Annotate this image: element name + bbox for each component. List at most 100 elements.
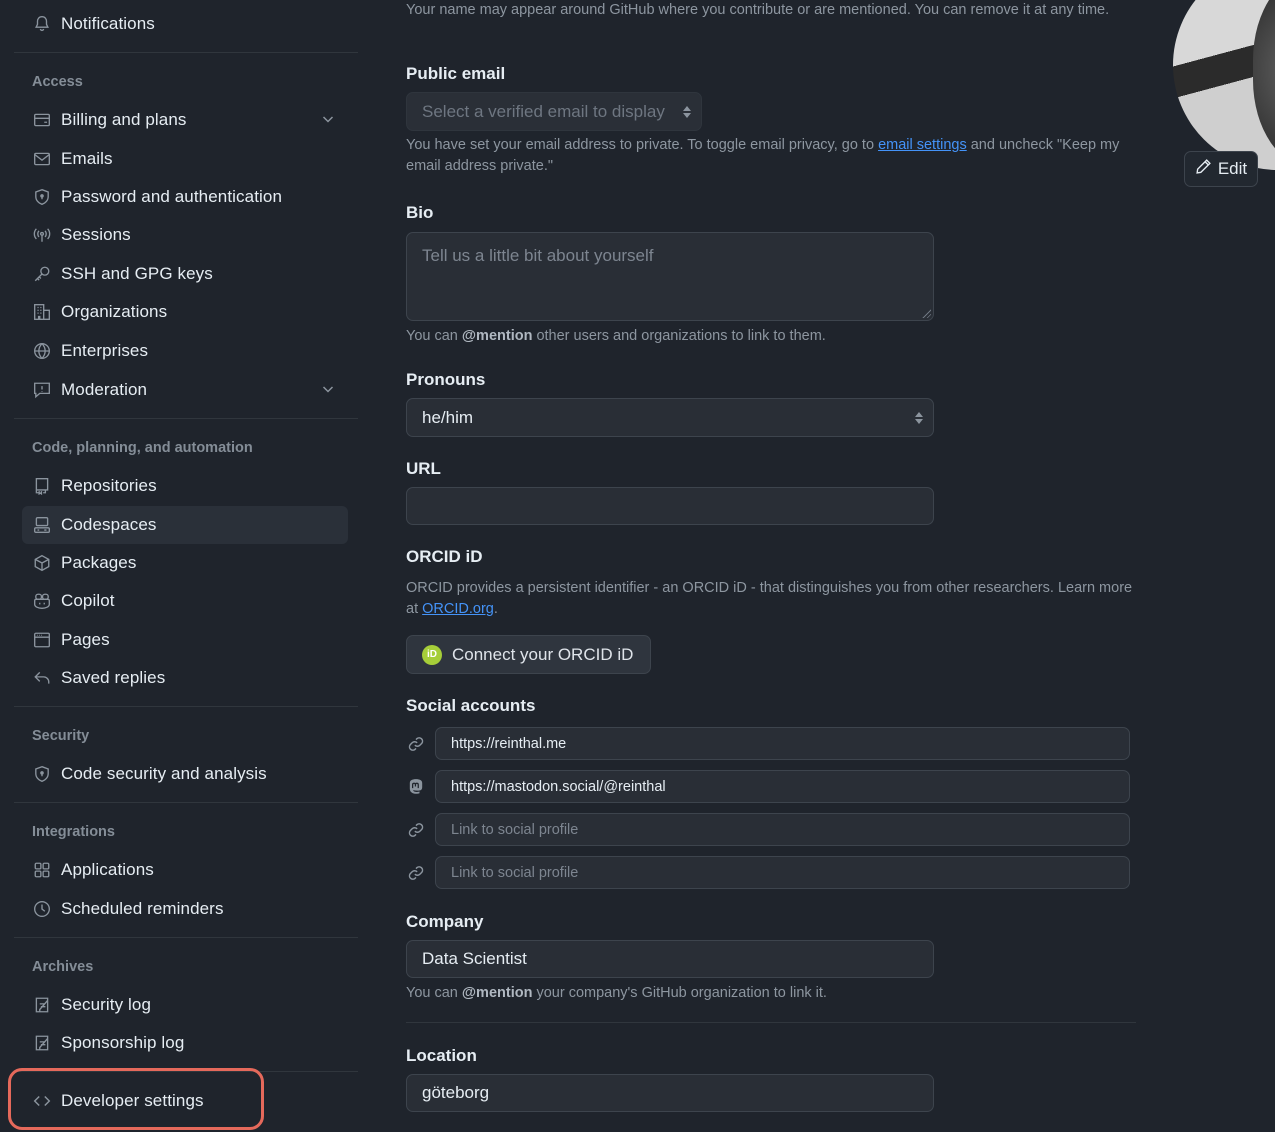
sidebar-item-label: Copilot xyxy=(61,591,115,610)
connect-orcid-button[interactable]: iD Connect your ORCID iD xyxy=(406,635,651,674)
public-email-label: Public email xyxy=(406,64,506,83)
key-icon xyxy=(32,264,52,284)
sidebar-item-label: Notifications xyxy=(61,14,155,33)
sidebar-item-moderation[interactable]: Moderation xyxy=(22,371,348,409)
name-help-text: Your name may appear around GitHub where… xyxy=(406,2,1110,18)
sidebar-item-label: Billing and plans xyxy=(61,110,187,129)
sidebar-item-password[interactable]: Password and authentication xyxy=(22,178,348,216)
divider xyxy=(14,52,358,53)
section-title-code-planning: Code, planning, and automation xyxy=(32,440,253,456)
social-input-4[interactable]: Link to social profile xyxy=(435,856,1130,889)
clock-icon xyxy=(32,899,52,919)
divider xyxy=(14,937,358,938)
public-email-select[interactable]: Select a verified email to display xyxy=(406,92,702,131)
codespaces-icon xyxy=(32,515,52,535)
globe-icon xyxy=(32,341,52,361)
sidebar-item-label: Pages xyxy=(61,630,110,649)
sidebar-item-label: Security log xyxy=(61,995,152,1014)
bio-label: Bio xyxy=(406,203,434,222)
orcid-logo-icon: iD xyxy=(422,644,442,665)
company-value: Data Scientist xyxy=(422,949,527,968)
sidebar-item-saved-replies[interactable]: Saved replies xyxy=(22,659,348,697)
section-title-access: Access xyxy=(32,74,83,90)
sidebar-item-sessions[interactable]: Sessions xyxy=(22,216,348,254)
sidebar-item-label: Packages xyxy=(61,553,137,572)
sidebar-item-security-log[interactable]: Security log xyxy=(22,986,348,1024)
company-label: Company xyxy=(406,912,484,931)
social-value: https://reinthal.me xyxy=(451,735,567,752)
sidebar-item-label: Saved replies xyxy=(61,668,166,687)
social-input-3[interactable]: Link to social profile xyxy=(435,813,1130,846)
sidebar-item-enterprises[interactable]: Enterprises xyxy=(22,332,348,370)
sidebar-item-codespaces[interactable]: Codespaces xyxy=(22,506,348,544)
package-icon xyxy=(32,553,52,573)
sidebar-item-pages[interactable]: Pages xyxy=(22,621,348,659)
sidebar-item-scheduled-reminders[interactable]: Scheduled reminders xyxy=(22,890,348,928)
sidebar-item-applications[interactable]: Applications xyxy=(22,851,348,889)
chevron-down-icon[interactable] xyxy=(320,381,336,402)
sidebar-item-label: Code security and analysis xyxy=(61,764,267,783)
sidebar-item-copilot[interactable]: Copilot xyxy=(22,582,348,620)
pencil-icon xyxy=(1195,158,1212,180)
social-input-1[interactable]: https://reinthal.me xyxy=(435,727,1130,760)
select-arrows-icon xyxy=(915,411,923,424)
code-icon xyxy=(32,1091,52,1111)
email-settings-link[interactable]: email settings xyxy=(878,137,967,153)
sidebar-item-label: Moderation xyxy=(61,380,148,399)
social-input-2[interactable]: https://mastodon.social/@reinthal xyxy=(435,770,1130,803)
report-icon xyxy=(32,380,52,400)
divider xyxy=(14,1071,358,1072)
bio-textarea[interactable]: Tell us a little bit about yourself xyxy=(406,232,934,321)
section-title-integrations: Integrations xyxy=(32,824,115,840)
sidebar-item-label: Sessions xyxy=(61,225,131,244)
orcid-label: ORCID iD xyxy=(406,547,483,566)
select-arrows-icon xyxy=(683,105,691,118)
divider xyxy=(14,418,358,419)
connect-orcid-label: Connect your ORCID iD xyxy=(452,644,634,664)
section-title-security: Security xyxy=(32,728,90,744)
sidebar-item-label: Password and authentication xyxy=(61,187,283,206)
orcid-help: ORCID provides a persistent identifier -… xyxy=(406,580,1133,617)
shield-lock-icon xyxy=(32,187,52,207)
log-icon xyxy=(32,995,52,1015)
sidebar-item-sponsorship-log[interactable]: Sponsorship log xyxy=(22,1024,348,1062)
pronouns-select[interactable]: he/him xyxy=(406,398,934,437)
chevron-down-icon[interactable] xyxy=(320,111,336,132)
pronouns-value: he/him xyxy=(422,407,474,427)
sidebar-item-label: Developer settings xyxy=(61,1091,204,1110)
sidebar-item-label: Enterprises xyxy=(61,341,149,360)
edit-avatar-button[interactable]: Edit xyxy=(1184,151,1258,187)
sidebar-item-repositories[interactable]: Repositories xyxy=(22,467,348,505)
sidebar-item-organizations[interactable]: Organizations xyxy=(22,293,348,331)
company-input[interactable]: Data Scientist xyxy=(406,940,934,978)
sidebar-item-billing[interactable]: Billing and plans xyxy=(22,101,348,139)
social-accounts-label: Social accounts xyxy=(406,696,536,715)
location-input[interactable]: göteborg xyxy=(406,1074,934,1112)
social-placeholder: Link to social profile xyxy=(451,821,579,838)
browser-icon xyxy=(32,630,52,650)
section-title-archives: Archives xyxy=(32,959,94,975)
url-input[interactable] xyxy=(406,487,934,525)
divider xyxy=(406,1022,1136,1023)
company-help: You can @mention your company's GitHub o… xyxy=(406,985,827,1001)
resize-handle-icon[interactable] xyxy=(921,308,931,318)
sidebar-item-developer-settings[interactable]: Developer settings xyxy=(22,1082,348,1120)
sidebar-item-packages[interactable]: Packages xyxy=(22,544,348,582)
sidebar-item-label: SSH and GPG keys xyxy=(61,264,213,283)
organization-icon xyxy=(32,302,52,322)
location-value: göteborg xyxy=(422,1083,490,1102)
sidebar-item-ssh-gpg[interactable]: SSH and GPG keys xyxy=(22,255,348,293)
public-email-placeholder: Select a verified email to display xyxy=(422,101,665,121)
sidebar-item-emails[interactable]: Emails xyxy=(22,140,348,178)
orcid-link[interactable]: ORCID.org xyxy=(422,601,494,617)
sidebar-item-notifications[interactable]: Notifications xyxy=(22,5,348,43)
profile-avatar xyxy=(1173,0,1275,170)
public-email-help: You have set your email address to priva… xyxy=(406,137,1120,174)
link-icon xyxy=(406,820,426,840)
link-icon xyxy=(406,863,426,883)
bio-help: You can @mention other users and organiz… xyxy=(406,328,826,344)
repo-icon xyxy=(32,476,52,496)
log-icon xyxy=(32,1033,52,1053)
mastodon-icon xyxy=(406,777,426,797)
sidebar-item-code-security[interactable]: Code security and analysis xyxy=(22,755,348,793)
